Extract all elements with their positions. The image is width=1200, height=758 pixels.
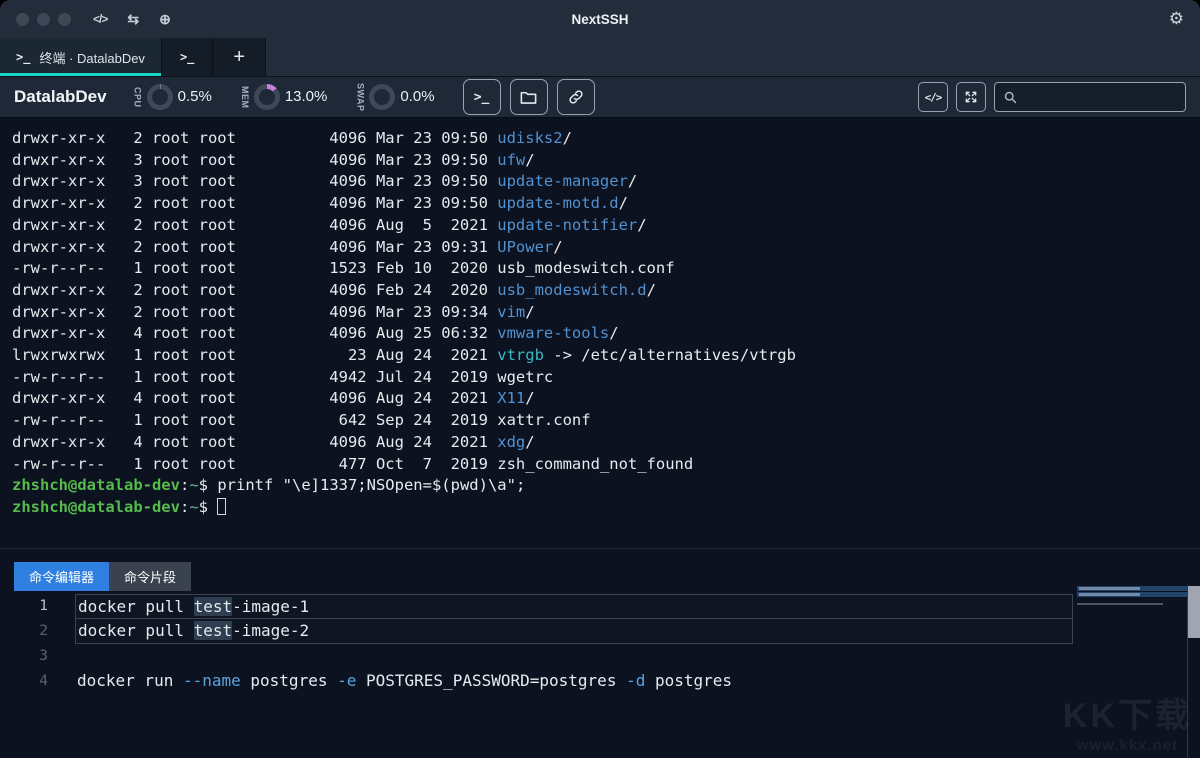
command-editor[interactable]: 1234 docker pull test-image-1docker pull… xyxy=(0,592,1200,753)
transfer-icon[interactable]: ⇆ xyxy=(127,11,139,28)
session-tabbar: >_ 终端 · DatalabDev >_ + xyxy=(0,38,1200,76)
fullscreen-button[interactable] xyxy=(956,82,986,112)
gauge-ring xyxy=(254,84,280,110)
minimap-line xyxy=(1077,586,1187,591)
line-numbers: 1234 xyxy=(0,594,62,694)
terminal-line: zhshch@datalab-dev:~$ xyxy=(12,497,1200,519)
host-name: DatalabDev xyxy=(14,87,107,107)
terminal-line: drwxr-xr-x 2 root root 4096 Mar 23 09:50… xyxy=(12,193,1200,215)
terminal-line: lrwxrwxrwx 1 root root 23 Aug 24 2021 vt… xyxy=(12,345,1200,367)
terminal-line: drwxr-xr-x 4 root root 4096 Aug 24 2021 … xyxy=(12,388,1200,410)
terminal-line: drwxr-xr-x 2 root root 4096 Mar 23 09:50… xyxy=(12,128,1200,150)
gauge-ring xyxy=(147,84,173,110)
gauge-label: SWAP xyxy=(355,83,364,112)
tab-label: 终端 · DatalabDev xyxy=(39,48,144,67)
tab-terminal-datalabdev[interactable]: >_ 终端 · DatalabDev xyxy=(0,38,162,76)
tab-command-editor[interactable]: 命令编辑器 xyxy=(14,562,109,591)
resource-gauges: CPU 0.5% MEM 13.0% SWAP 0.0% xyxy=(133,83,435,112)
tab-terminal-2[interactable]: >_ xyxy=(162,38,213,76)
terminal-line: drwxr-xr-x 2 root root 4096 Mar 23 09:31… xyxy=(12,237,1200,259)
gauge-value: 13.0% xyxy=(285,88,328,105)
terminal-icon: >_ xyxy=(16,50,30,64)
expand-icon xyxy=(963,89,979,105)
code-lines[interactable]: docker pull test-image-1docker pull test… xyxy=(75,594,1073,694)
folder-icon xyxy=(519,88,538,107)
open-terminal-button[interactable]: >_ xyxy=(463,79,501,115)
terminal-line: drwxr-xr-x 4 root root 4096 Aug 25 06:32… xyxy=(12,323,1200,345)
terminal-line: drwxr-xr-x 4 root root 4096 Aug 24 2021 … xyxy=(12,432,1200,454)
minimap-line xyxy=(1077,603,1163,605)
search-box xyxy=(994,82,1186,112)
gauge-cpu: CPU 0.5% xyxy=(133,84,212,110)
editor-minimap[interactable] xyxy=(1077,586,1187,605)
terminal-line: -rw-r--r-- 1 root root 642 Sep 24 2019 x… xyxy=(12,410,1200,432)
gauge-value: 0.0% xyxy=(400,88,434,105)
gauge-label: CPU xyxy=(133,87,142,108)
scrollbar-thumb[interactable] xyxy=(1188,586,1200,638)
new-session-icon[interactable]: ⊕ xyxy=(159,11,171,28)
line-number: 2 xyxy=(0,619,48,644)
gauge-mem: MEM 13.0% xyxy=(240,84,328,110)
code-row[interactable]: docker pull test-image-2 xyxy=(75,619,1073,644)
zoom-window-button[interactable] xyxy=(58,13,71,26)
line-number: 3 xyxy=(0,644,48,669)
session-toolbar: DatalabDev CPU 0.5% MEM 13.0% SWAP 0.0% >_… xyxy=(0,76,1200,118)
terminal-cursor xyxy=(217,498,226,515)
link-icon xyxy=(567,88,585,106)
gauge-value: 0.5% xyxy=(178,88,212,105)
connection-link-button[interactable] xyxy=(557,79,595,115)
terminal-line: -rw-r--r-- 1 root root 4942 Jul 24 2019 … xyxy=(12,367,1200,389)
line-number: 4 xyxy=(0,669,48,694)
app-window: </> ⇆ ⊕ NextSSH ⚙ >_ 终端 · DatalabDev >_ … xyxy=(0,0,1200,758)
terminal-line: -rw-r--r-- 1 root root 1523 Feb 10 2020 … xyxy=(12,258,1200,280)
terminal-line: drwxr-xr-x 3 root root 4096 Mar 23 09:50… xyxy=(12,171,1200,193)
window-title: NextSSH xyxy=(0,12,1200,27)
terminal-line: zhshch@datalab-dev:~$ printf "\e]1337;NS… xyxy=(12,475,1200,497)
command-panel: 命令编辑器 命令片段 1234 docker pull test-image-1… xyxy=(0,548,1200,758)
gauge-swap: SWAP 0.0% xyxy=(355,83,434,112)
line-number: 1 xyxy=(0,594,48,619)
script-editor-button[interactable]: </> xyxy=(918,82,948,112)
terminal-line: -rw-r--r-- 1 root root 477 Oct 7 2019 zs… xyxy=(12,454,1200,476)
code-row[interactable] xyxy=(75,644,1073,669)
search-input[interactable] xyxy=(1024,90,1177,105)
terminal-icon: >_ xyxy=(180,50,194,64)
code-snippet-icon[interactable]: </> xyxy=(93,12,107,26)
code-row[interactable]: docker run --name postgres -e POSTGRES_P… xyxy=(75,669,1073,694)
gauge-ring xyxy=(369,84,395,110)
terminal-line: drwxr-xr-x 2 root root 4096 Feb 24 2020 … xyxy=(12,280,1200,302)
panel-tabs: 命令编辑器 命令片段 xyxy=(0,549,1200,592)
code-row[interactable]: docker pull test-image-1 xyxy=(75,594,1073,619)
gauge-label: MEM xyxy=(240,86,249,109)
tab-command-snippets[interactable]: 命令片段 xyxy=(109,562,191,591)
minimap-line xyxy=(1077,592,1187,597)
titlebar: </> ⇆ ⊕ NextSSH ⚙ xyxy=(0,0,1200,38)
terminal-line: drwxr-xr-x 3 root root 4096 Mar 23 09:50… xyxy=(12,150,1200,172)
terminal-output[interactable]: drwxr-xr-x 2 root root 4096 Mar 23 09:50… xyxy=(0,118,1200,548)
file-manager-button[interactable] xyxy=(510,79,548,115)
terminal-line: drwxr-xr-x 2 root root 4096 Aug 5 2021 u… xyxy=(12,215,1200,237)
settings-gear-icon[interactable]: ⚙ xyxy=(1169,9,1184,29)
minimize-window-button[interactable] xyxy=(37,13,50,26)
new-tab-button[interactable]: + xyxy=(213,38,266,76)
close-window-button[interactable] xyxy=(16,13,29,26)
traffic-lights xyxy=(16,13,71,26)
terminal-line: drwxr-xr-x 2 root root 4096 Mar 23 09:34… xyxy=(12,302,1200,324)
search-icon xyxy=(1003,90,1018,105)
editor-scrollbar[interactable] xyxy=(1187,585,1200,758)
